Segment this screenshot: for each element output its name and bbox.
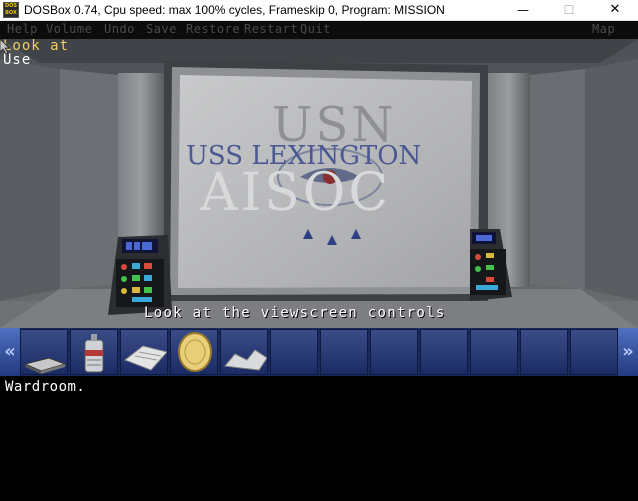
game-menu-bar: Help Volume Undo Save Restore Restart Qu… bbox=[0, 21, 638, 39]
inventory-scroll-right-button[interactable]: » bbox=[618, 328, 638, 376]
maximize-icon[interactable]: ☐ bbox=[546, 0, 592, 20]
inventory-slot-empty[interactable] bbox=[370, 329, 418, 375]
window-title: DOSBox 0.74, Cpu speed: max 100% cycles,… bbox=[24, 3, 445, 17]
inventory-slot-empty[interactable] bbox=[520, 329, 568, 375]
folded-paper-icon bbox=[123, 345, 167, 371]
menu-undo[interactable]: Undo bbox=[104, 22, 135, 36]
mouse-cursor-icon bbox=[0, 39, 10, 55]
hover-caption: Look at the viewscreen controls bbox=[144, 305, 446, 321]
close-icon[interactable]: ✕ bbox=[592, 0, 638, 20]
room-description: Wardroom. bbox=[5, 379, 86, 395]
inventory-bar: « » bbox=[0, 328, 638, 376]
menu-help[interactable]: Help bbox=[7, 22, 38, 36]
minimize-icon[interactable]: — bbox=[500, 0, 546, 20]
menu-quit[interactable]: Quit bbox=[300, 22, 331, 36]
inventory-slot-paper[interactable] bbox=[120, 329, 168, 375]
menu-map[interactable]: Map bbox=[592, 22, 615, 36]
menu-restore[interactable]: Restore bbox=[186, 22, 240, 36]
inventory-slot-coin[interactable] bbox=[170, 329, 218, 375]
menu-restart[interactable]: Restart bbox=[244, 22, 298, 36]
inventory-slot-laptop[interactable] bbox=[20, 329, 68, 375]
inventory-slot-empty[interactable] bbox=[470, 329, 518, 375]
screen-text-aisoc: AISOC bbox=[200, 163, 392, 223]
menu-volume[interactable]: Volume bbox=[46, 22, 92, 36]
robot-canister-icon bbox=[84, 334, 104, 373]
inventory-slot-empty[interactable] bbox=[270, 329, 318, 375]
dosbox-app-icon: DOS BOX bbox=[3, 2, 19, 18]
window-titlebar[interactable]: DOS BOX DOSBox 0.74, Cpu speed: max 100%… bbox=[0, 0, 638, 21]
gold-coin-icon bbox=[178, 332, 212, 372]
crumpled-note-icon bbox=[224, 349, 267, 371]
inventory-scroll-left-button[interactable]: « bbox=[0, 328, 20, 376]
inventory-slot-empty[interactable] bbox=[420, 329, 468, 375]
inventory-slot-empty[interactable] bbox=[570, 329, 618, 375]
inventory-slot-note[interactable] bbox=[220, 329, 268, 375]
inventory-slot-empty[interactable] bbox=[320, 329, 368, 375]
game-scene[interactable]: USN USS LEXINGTON AISOC Look at Use Look… bbox=[0, 39, 638, 328]
laptop-icon bbox=[23, 357, 67, 374]
inventory-slot-robot[interactable] bbox=[70, 329, 118, 375]
message-area: Wardroom. bbox=[0, 376, 638, 501]
menu-save[interactable]: Save bbox=[146, 22, 177, 36]
